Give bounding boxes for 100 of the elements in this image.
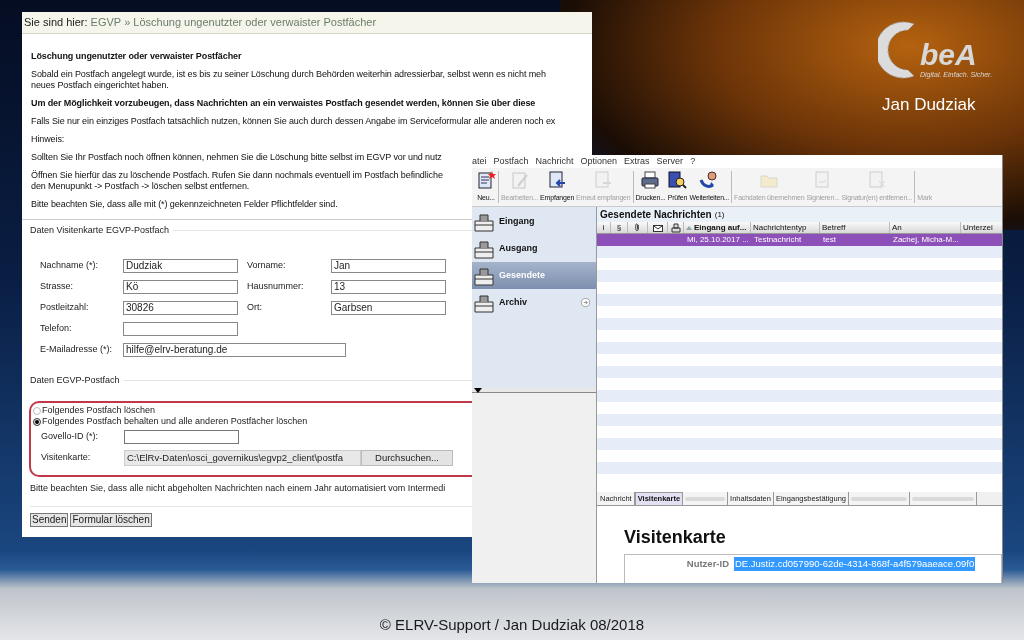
nav-item-label: Gesendete [499, 268, 547, 282]
author-name: Jan Dudziak [882, 94, 976, 116]
field-label: Visitenkarte: [41, 451, 92, 465]
nav-item[interactable]: Ausgang [472, 235, 596, 262]
table-row[interactable] [597, 366, 1002, 378]
radio-label: Folgendes Postfach behalten und alle anderen Postfächer löschen [42, 415, 308, 428]
column-header[interactable]: Unterzei [963, 222, 993, 233]
verify-icon [667, 169, 688, 190]
receive-document-icon [547, 169, 568, 190]
collapse-arrow-icon[interactable] [474, 387, 482, 393]
paragraph-line: Hinweis: [31, 134, 65, 145]
text-field[interactable] [123, 321, 238, 336]
paperclip-icon[interactable] [634, 223, 641, 232]
menu-item[interactable]: Optionen [580, 155, 618, 169]
text-field[interactable]: hilfe@elrv-beratung.de [123, 342, 346, 357]
field-label: Ort: [247, 300, 263, 314]
table-row[interactable] [597, 270, 1002, 282]
forward-icon [699, 169, 720, 190]
nav-item[interactable]: Eingang [472, 208, 596, 235]
message-row[interactable]: Mi, 25.10.2017 ... Testnachricht test Zachej, Micha-M... [597, 234, 1002, 246]
table-row[interactable] [597, 318, 1002, 330]
radio-label: Folgendes Postfach löschen [42, 403, 156, 417]
table-cell-text: Testnachricht [753, 234, 803, 246]
breadcrumb-separator: » [124, 15, 131, 31]
menu-item[interactable]: atei [472, 155, 487, 169]
column-header[interactable]: § [616, 222, 622, 233]
table-row[interactable] [597, 462, 1002, 474]
list-count: (1) [714, 208, 725, 221]
remove-signature-icon [866, 169, 887, 190]
radio-button[interactable] [33, 417, 41, 426]
column-header[interactable]: Nachrichtentyp [753, 222, 807, 233]
logo-wordmark: beA [920, 39, 978, 70]
breadcrumb-label: Sie sind hier: [24, 15, 88, 31]
table-row[interactable] [597, 342, 1002, 354]
field-label: Postleitzahl: [40, 300, 90, 314]
table-row[interactable] [597, 390, 1002, 402]
section-legend: Daten Visitenkarte EGVP-Postfach [30, 224, 169, 238]
menu-item[interactable]: Nachricht [535, 155, 574, 169]
field-label: Vorname: [247, 258, 287, 272]
browse-button[interactable]: Durchsuchen... [361, 450, 453, 466]
menu-item[interactable]: Postfach [493, 155, 529, 169]
field-label: E-Mailadresse (*): [40, 342, 114, 356]
nav-item-label: Ausgang [499, 241, 539, 255]
envelope-icon[interactable] [652, 223, 663, 232]
text-field[interactable]: 13 [331, 279, 446, 294]
paragraph-line: Löschung ungenutzter oder verwaister Postfächer [31, 51, 242, 62]
arrow-right-icon [581, 298, 590, 307]
paragraph-line: Falls Sie nur ein einziges Postfach tatsächlich nutzen, können Sie auch durch dessen Angabe im Serviceformular alle anderen noch ex [31, 116, 556, 127]
edit-document-icon [509, 169, 530, 190]
slide-footer: © ELRV-Support / Jan Dudziak 08/2018 [0, 614, 1024, 637]
table-row[interactable] [597, 294, 1002, 306]
nav-item[interactable]: Archiv [472, 289, 596, 316]
table-cell-text: Zachej, Micha-M... [892, 234, 960, 246]
column-header[interactable]: Eingang auf... [694, 222, 747, 233]
paragraph-line: neues Postfach eingerichtet haben. [31, 80, 169, 91]
paragraph-line: Sollten Sie Ihr Postfach noch öffnen können, nehmen Sie die Löschung bitte selbst im EGVP vor und nutz [31, 152, 442, 163]
text-field[interactable]: Jan [331, 258, 446, 273]
table-row[interactable] [597, 414, 1002, 426]
field-label: Govello-ID (*): [41, 430, 99, 444]
detail-heading: Visitenkarte [624, 527, 727, 547]
text-field[interactable]: Dudziak [123, 258, 238, 273]
table-row[interactable] [597, 246, 1002, 258]
note-text: Bitte beachten Sie, dass alle nicht abgeholten Nachrichten nach einem Jahr automatisiert vom Intermedi [30, 482, 447, 495]
text-field[interactable] [124, 430, 239, 444]
nav-item-label: Archiv [499, 295, 528, 309]
form-button[interactable]: Formular löschen [70, 512, 152, 527]
paragraph-line: den Menupunkt -> Postfach -> löschen selbst entfernen. [31, 181, 250, 192]
text-field[interactable]: 30826 [123, 300, 238, 315]
paragraph-line: Öffnen Sie hierfür das zu löschende Postfach. Rufen Sie dann nochmals eventuell im Postfach befindliche [31, 170, 443, 181]
column-header[interactable]: An [892, 222, 902, 233]
table-row[interactable] [597, 438, 1002, 450]
menu-item[interactable]: Server [656, 155, 684, 169]
column-header[interactable]: i [602, 222, 605, 233]
text-field[interactable]: Garbsen [331, 300, 446, 315]
table-cell-text: test [822, 234, 837, 246]
paragraph-line: Sobald ein Postfach angelegt wurde, ist es bis zu seiner Löschung durch Behörden weiterhin adressierbar, selbst wenn es nicht meh [31, 69, 546, 80]
stamp-icon[interactable] [670, 222, 681, 233]
new-document-icon [476, 169, 496, 190]
menu-item[interactable]: Extras [624, 155, 650, 169]
column-header[interactable]: Betreff [822, 222, 846, 233]
text-field[interactable]: Kö [123, 279, 238, 294]
list-title: Gesendete Nachrichten [600, 208, 712, 222]
sort-arrow-icon[interactable] [686, 225, 692, 230]
section-legend: Daten EGVP-Postfach [30, 373, 120, 387]
form-button[interactable]: Senden [30, 512, 69, 527]
paragraph-line: Bitte beachten Sie, dass alle mit (*) gekennzeichneten Felder Pflichtfelder sind. [31, 199, 338, 210]
paragraph-line: Um der Möglichkeit vorzubeugen, dass Nachrichten an ein verwaistes Postfach gesendet werden, können Sie über diese [31, 98, 536, 109]
nav-item-label: Eingang [499, 214, 536, 228]
field-label: Nutzer-ID [685, 557, 729, 571]
table-cell-text: Mi, 25.10.2017 ... [686, 234, 750, 246]
field-label: Hausnummer: [247, 279, 305, 293]
breadcrumb-link[interactable]: EGVP [90, 14, 122, 31]
field-label: Nachname (*): [40, 258, 100, 272]
receive-document-icon [593, 169, 614, 190]
field-value: DE.Justiz.cd057990-62de-4314-868f-a4f579aaeace.09f0 [734, 557, 976, 572]
field-label: Strasse: [40, 279, 74, 293]
field-label: Telefon: [40, 321, 73, 335]
menu-item[interactable]: ? [690, 155, 696, 169]
breadcrumb-link[interactable]: Löschung ungenutzter oder verwaister Postfächer [133, 14, 377, 31]
file-path-field[interactable]: C:\ElRv-Daten\osci_governikus\egvp2_client\postfa [124, 450, 361, 466]
